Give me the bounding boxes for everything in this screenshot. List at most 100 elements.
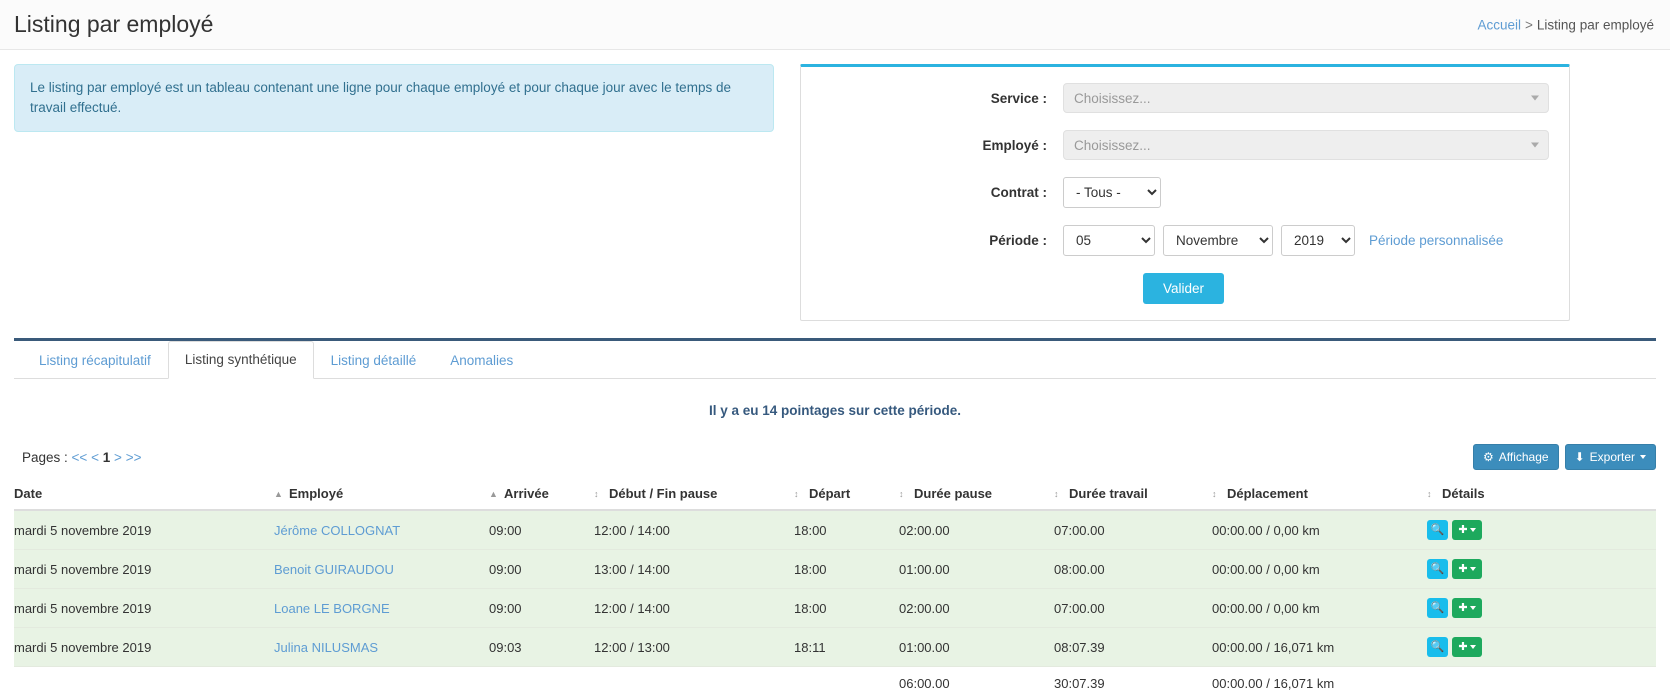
download-icon: ⬇	[1574, 450, 1585, 464]
periode-day-select[interactable]: 05	[1063, 225, 1155, 256]
valider-button[interactable]: Valider	[1143, 273, 1225, 304]
page-title: Listing par employé	[14, 11, 214, 37]
employe-link[interactable]: Jérôme COLLOGNAT	[274, 523, 400, 538]
pagination-last[interactable]: >>	[126, 450, 142, 465]
sort-both-icon: ↕	[1427, 489, 1432, 500]
chevron-down-icon	[1531, 95, 1539, 101]
column-header-details-label: Détails	[1442, 486, 1485, 501]
cell-pause: 12:00 / 13:00	[594, 627, 794, 667]
sort-both-icon: ↕	[1054, 489, 1059, 500]
add-icon-button[interactable]: ✚	[1452, 559, 1482, 579]
employe-link[interactable]: Benoit GUIRAUDOU	[274, 562, 394, 577]
form-row-employe: Employé : Choisissez...	[801, 130, 1555, 160]
listing-table-head: Date ▲ Employé ▲ Arrivée ↕ Début / Fin paus…	[14, 478, 1656, 511]
total-cell-date	[14, 666, 274, 690]
cell-duree-travail: 07:00.00	[1054, 588, 1212, 628]
table-row: mardi 5 novembre 2019 Loane LE BORGNE 09…	[14, 588, 1656, 628]
employe-select[interactable]: Choisissez...	[1063, 130, 1549, 160]
row-action-group: 🔍 ✚	[1427, 559, 1650, 579]
cell-deplacement: 00:00.00 / 16,071 km	[1212, 627, 1427, 667]
pagination-prev[interactable]: <	[91, 450, 99, 465]
periode-year-select[interactable]: 2019	[1281, 225, 1355, 256]
form-row-submit: Valider	[801, 273, 1555, 304]
form-row-periode: Période : 05 Novembre 2019 Période perso…	[801, 225, 1555, 256]
service-select[interactable]: Choisissez...	[1063, 83, 1549, 113]
cell-employe: Loane LE BORGNE	[274, 588, 489, 628]
column-header-deplacement[interactable]: ↕ Déplacement	[1212, 478, 1427, 511]
cell-employe: Benoit GUIRAUDOU	[274, 549, 489, 589]
search-icon-button[interactable]: 🔍	[1427, 637, 1448, 657]
cell-date: mardi 5 novembre 2019	[14, 627, 274, 667]
caret-down-icon	[1640, 455, 1646, 459]
top-area: Le listing par employé est un tableau co…	[0, 50, 1670, 321]
column-header-duree-pause[interactable]: ↕ Durée pause	[899, 478, 1054, 511]
tab-anomalies[interactable]: Anomalies	[433, 342, 530, 379]
cell-date: mardi 5 novembre 2019	[14, 549, 274, 589]
cell-arrivee: 09:00	[489, 588, 594, 628]
affichage-button-label: Affichage	[1498, 450, 1549, 464]
search-icon-button[interactable]: 🔍	[1427, 520, 1448, 540]
add-icon-button[interactable]: ✚	[1452, 637, 1482, 657]
cell-depart: 18:00	[794, 588, 899, 628]
chevron-down-icon	[1531, 142, 1539, 148]
filter-panel: Service : Choisissez... Employé : Choisi…	[800, 64, 1570, 321]
cell-deplacement: 00:00.00 / 0,00 km	[1212, 549, 1427, 589]
breadcrumb-home-link[interactable]: Accueil	[1478, 17, 1522, 32]
exporter-button[interactable]: ⬇ Exporter	[1564, 444, 1656, 470]
submit-spacer	[801, 273, 1063, 304]
page-header: Listing par employé Accueil > Listing par …	[0, 0, 1670, 50]
cell-employe: Jérôme COLLOGNAT	[274, 510, 489, 550]
cell-arrivee: 09:00	[489, 510, 594, 550]
column-header-arrivee-label: Arrivée	[504, 486, 549, 501]
affichage-button[interactable]: ⚙ Affichage	[1472, 444, 1559, 470]
table-header-row: Date ▲ Employé ▲ Arrivée ↕ Début / Fin paus…	[14, 478, 1656, 511]
employe-link[interactable]: Loane LE BORGNE	[274, 601, 390, 616]
custom-period-link[interactable]: Période personnalisée	[1369, 233, 1503, 248]
column-header-duree-travail[interactable]: ↕ Durée travail	[1054, 478, 1212, 511]
gear-icon: ⚙	[1482, 450, 1494, 464]
search-icon-button[interactable]: 🔍	[1427, 559, 1448, 579]
cell-duree-pause: 02:00.00	[899, 510, 1054, 550]
caret-down-icon	[1469, 567, 1476, 571]
row-action-group: 🔍 ✚	[1427, 637, 1650, 657]
column-header-pause[interactable]: ↕ Début / Fin pause	[594, 478, 794, 511]
periode-month-select[interactable]: Novembre	[1163, 225, 1273, 256]
cell-details: 🔍 ✚	[1427, 549, 1656, 589]
cell-depart: 18:11	[794, 627, 899, 667]
add-icon-button[interactable]: ✚	[1452, 598, 1482, 618]
column-header-arrivee[interactable]: ▲ Arrivée	[489, 478, 594, 511]
employe-select-value: Choisissez...	[1074, 137, 1151, 153]
tab-listing-recapitulatif[interactable]: Listing récapitulatif	[22, 342, 168, 379]
contrat-label: Contrat :	[990, 185, 1047, 200]
pagination-first[interactable]: <<	[72, 450, 88, 465]
cell-details: 🔍 ✚	[1427, 510, 1656, 550]
sort-both-icon: ↕	[899, 489, 904, 500]
caret-down-icon	[1469, 645, 1476, 649]
tab-listing-detaille[interactable]: Listing détaillé	[314, 342, 434, 379]
column-header-employe[interactable]: ▲ Employé	[274, 478, 489, 511]
column-header-pause-label: Début / Fin pause	[609, 486, 718, 501]
contrat-select[interactable]: - Tous -	[1063, 177, 1161, 208]
search-icon-button[interactable]: 🔍	[1427, 598, 1448, 618]
column-header-details[interactable]: ↕ Détails	[1427, 478, 1656, 511]
form-row-service: Service : Choisissez...	[801, 83, 1555, 113]
pagination-current: 1	[102, 449, 111, 465]
listing-table-body: mardi 5 novembre 2019 Jérôme COLLOGNAT 0…	[14, 510, 1656, 690]
table-row: mardi 5 novembre 2019 Benoit GUIRAUDOU 0…	[14, 549, 1656, 589]
results-toolbar: Pages : << < 1 > >> ⚙ Affichage ⬇ Export…	[0, 418, 1670, 470]
pagination-next[interactable]: >	[114, 450, 122, 465]
total-cell-arrivee	[489, 666, 594, 690]
caret-down-icon	[1469, 528, 1476, 532]
toolbar-buttons: ⚙ Affichage ⬇ Exporter	[1472, 444, 1656, 470]
pagination: Pages : << < 1 > >>	[22, 450, 141, 465]
add-icon-button[interactable]: ✚	[1452, 520, 1482, 540]
cell-duree-pause: 01:00.00	[899, 627, 1054, 667]
table-row: mardi 5 novembre 2019 Julina NILUSMAS 09…	[14, 627, 1656, 667]
tab-listing-synthetique[interactable]: Listing synthétique	[167, 341, 314, 379]
column-header-depart-label: Départ	[809, 486, 851, 501]
column-header-depart[interactable]: ↕ Départ	[794, 478, 899, 511]
periode-label: Période :	[989, 233, 1047, 248]
exporter-button-label: Exporter	[1589, 450, 1635, 464]
employe-link[interactable]: Julina NILUSMAS	[274, 640, 378, 655]
column-header-date[interactable]: Date	[14, 478, 274, 511]
